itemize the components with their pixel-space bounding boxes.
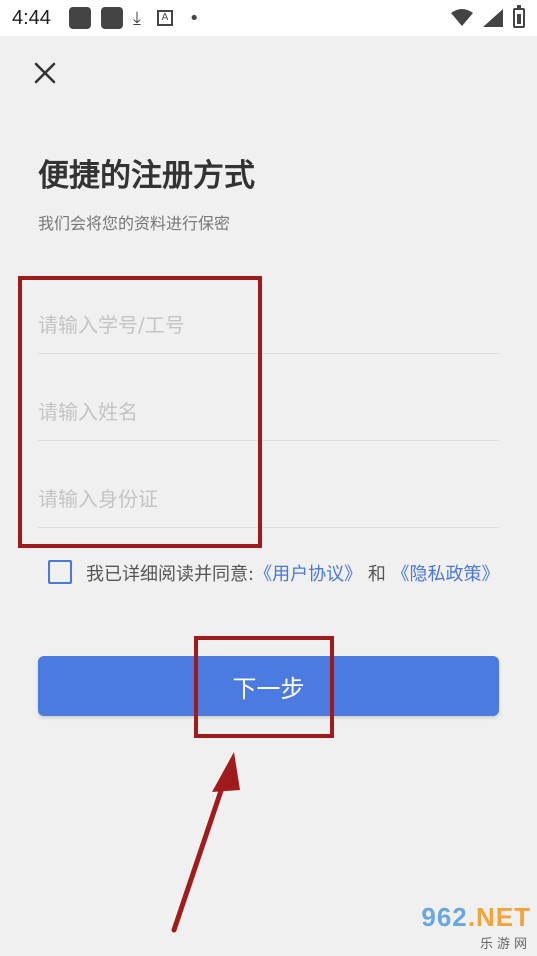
wifi-icon [451,9,473,26]
battery-icon [513,5,525,28]
watermark-main: 962.NET [421,902,531,933]
watermark-num: 962 [421,902,468,932]
privacy-policy-link[interactable]: 《隐私政策》 [392,564,500,585]
dot-icon: • [188,7,200,29]
next-step-button[interactable]: 下一步 [38,656,499,716]
agreement-text: 我已详细阅读并同意:《用户协议》 和 《隐私政策》 [86,558,506,592]
a-icon: A [156,10,173,26]
status-icons [451,5,525,28]
user-agreement-link[interactable]: 《用户协议》 [254,564,362,585]
watermark-dot: .NET [467,902,531,932]
name-input[interactable] [38,383,499,440]
student-id-input[interactable] [38,296,499,353]
name-field-container [38,383,499,441]
id-card-input[interactable] [38,470,499,527]
close-button[interactable] [30,58,60,88]
page-subtitle: 我们会将您的资料进行保密 [38,214,231,233]
signal-icon [483,9,503,27]
student-id-field-container [38,296,499,354]
annotation-arrow-icon [171,752,240,933]
close-icon [34,62,56,84]
page-title: 便捷的注册方式 [38,158,255,194]
agreement-prefix: 我已详细阅读并同意: [86,564,255,585]
id-card-field-container [38,470,499,528]
agreement-and: 和 [367,564,386,585]
status-time: 4:44 [12,6,51,29]
watermark-sub: 乐游网 [479,936,531,951]
app-square-icon [100,7,123,29]
download-icon: ⤓ [132,7,141,29]
agreement-checkbox[interactable] [48,560,72,584]
watermark-logo: 962.NET 乐游网 [399,902,531,952]
app-square-icon [68,7,91,29]
status-bar: 4:44 ⤓ A • [0,0,537,36]
